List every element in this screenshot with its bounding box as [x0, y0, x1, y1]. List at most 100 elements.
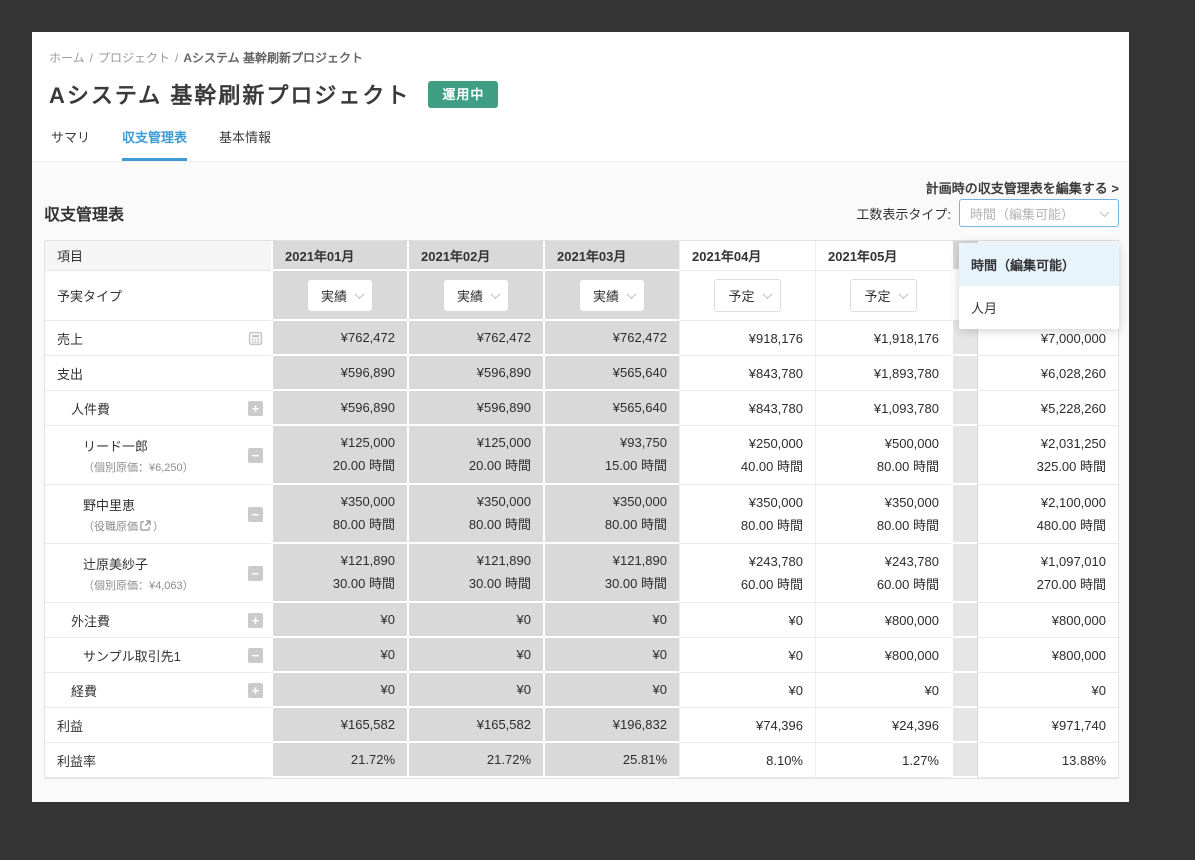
- table-row: 人件費 + − ¥596,890 ¥596,890 ¥565,64: [45, 391, 1118, 426]
- table-row: 外注費 + − ¥0 ¥0 ¥0 ¥0 ¥800,: [45, 603, 1118, 638]
- dropdown-option-time[interactable]: 時間（編集可能）: [959, 243, 1119, 286]
- header-month-feb: 2021年02月: [407, 241, 543, 271]
- value-cell-mar: ¥565,640: [543, 356, 679, 391]
- breadcrumb-projects[interactable]: プロジェクト: [98, 51, 170, 65]
- row-label: 野中里恵: [83, 495, 164, 514]
- type-select-feb[interactable]: 実績: [444, 280, 508, 311]
- value-cell-jan: ¥0: [271, 673, 407, 708]
- table-row: 辻原美紗子 （個別原価：¥4,063） + − ¥121,89030.00 時間: [45, 544, 1118, 603]
- value-cell-apr[interactable]: ¥843,780: [679, 356, 815, 391]
- collapse-row-button[interactable]: −: [248, 507, 263, 522]
- tab-basic-info[interactable]: 基本情報: [219, 127, 271, 161]
- row-label: 人件費: [71, 399, 110, 418]
- value-cell-may[interactable]: ¥1,093,780: [815, 391, 951, 426]
- value-cell-may[interactable]: ¥1,893,780: [815, 356, 951, 391]
- value-cell-may[interactable]: ¥500,00080.00 時間: [815, 426, 951, 485]
- table-row: 利益 + − ¥165,582 ¥165,582 ¥196,832: [45, 708, 1118, 743]
- value-cell-may[interactable]: ¥24,396: [815, 708, 951, 743]
- value-cell-apr[interactable]: ¥843,780: [679, 391, 815, 426]
- value-cell-feb: 21.72%: [407, 743, 543, 778]
- type-select-apr[interactable]: 予定: [714, 279, 780, 312]
- expand-row-button[interactable]: +: [248, 401, 263, 416]
- value-cell-jan: ¥165,582: [271, 708, 407, 743]
- value-cell-jan: ¥0: [271, 603, 407, 638]
- total-cell: ¥5,228,260: [977, 391, 1118, 426]
- type-select-mar[interactable]: 実績: [580, 280, 644, 311]
- partial-month-cell: [951, 603, 977, 638]
- breadcrumb: ホーム / プロジェクト / Aシステム 基幹刷新プロジェクト: [49, 49, 1112, 66]
- breadcrumb-separator: /: [90, 51, 93, 65]
- value-cell-apr[interactable]: ¥243,78060.00 時間: [679, 544, 815, 603]
- value-cell-apr[interactable]: ¥350,00080.00 時間: [679, 485, 815, 544]
- display-type-value: 時間（編集可能）: [970, 204, 1074, 223]
- value-cell-apr[interactable]: ¥250,00040.00 時間: [679, 426, 815, 485]
- type-row: 予実タイプ 実績 実績 実績 予定 予定: [45, 271, 1118, 321]
- calculator-icon[interactable]: [248, 331, 263, 346]
- value-cell-mar: ¥93,75015.00 時間: [543, 426, 679, 485]
- table-row: リード一郎 （個別原価：¥6,250） + − ¥125,00020.00 時間: [45, 426, 1118, 485]
- row-label: 利益: [57, 716, 83, 735]
- value-cell-apr[interactable]: 8.10%: [679, 743, 815, 778]
- tab-budget-table[interactable]: 収支管理表: [122, 127, 187, 161]
- collapse-row-button[interactable]: −: [248, 566, 263, 581]
- partial-month-cell: [951, 544, 977, 603]
- value-cell-jan: ¥596,890: [271, 356, 407, 391]
- value-cell-mar: ¥0: [543, 603, 679, 638]
- value-cell-apr[interactable]: ¥0: [679, 673, 815, 708]
- section-title: 収支管理表: [44, 201, 124, 225]
- value-cell-apr[interactable]: ¥0: [679, 603, 815, 638]
- partial-month-cell: [951, 638, 977, 673]
- external-link-icon[interactable]: [140, 520, 151, 531]
- total-cell: ¥800,000: [977, 603, 1118, 638]
- expand-row-button[interactable]: +: [248, 613, 263, 628]
- type-select-may[interactable]: 予定: [850, 279, 916, 312]
- row-label-cell: 人件費 + −: [45, 391, 271, 426]
- value-cell-may[interactable]: 1.27%: [815, 743, 951, 778]
- header-month-jan: 2021年01月: [271, 241, 407, 271]
- header-item: 項目: [45, 241, 271, 271]
- chevron-down-icon: [627, 289, 637, 299]
- row-label: 利益率: [57, 751, 96, 770]
- value-cell-jan: ¥596,890: [271, 391, 407, 426]
- value-cell-may[interactable]: ¥243,78060.00 時間: [815, 544, 951, 603]
- value-cell-may[interactable]: ¥0: [815, 673, 951, 708]
- total-cell: ¥2,031,250325.00 時間: [977, 426, 1118, 485]
- value-cell-may[interactable]: ¥800,000: [815, 603, 951, 638]
- row-label-cell: 売上 + −: [45, 321, 271, 356]
- display-type-select[interactable]: 時間（編集可能）: [959, 199, 1119, 227]
- breadcrumb-separator: /: [175, 51, 178, 65]
- value-cell-jan: 21.72%: [271, 743, 407, 778]
- header-month-may: 2021年05月: [815, 241, 951, 271]
- breadcrumb-current: Aシステム 基幹刷新プロジェクト: [183, 51, 363, 65]
- breadcrumb-home[interactable]: ホーム: [49, 51, 85, 65]
- edit-planned-table-link[interactable]: 計画時の収支管理表を編集する >: [926, 181, 1119, 196]
- tab-summary[interactable]: サマリ: [51, 127, 90, 161]
- value-cell-mar: ¥762,472: [543, 321, 679, 356]
- value-cell-apr[interactable]: ¥0: [679, 638, 815, 673]
- chevron-down-icon: [491, 289, 501, 299]
- table-row: 野中里恵 （役職原価 ） + − ¥350,00080.00 時間 ¥350,: [45, 485, 1118, 544]
- value-cell-feb: ¥762,472: [407, 321, 543, 356]
- value-cell-may[interactable]: ¥350,00080.00 時間: [815, 485, 951, 544]
- total-cell: ¥2,100,000480.00 時間: [977, 485, 1118, 544]
- table-row: 経費 + − ¥0 ¥0 ¥0 ¥0 ¥0: [45, 673, 1118, 708]
- partial-month-cell: [951, 485, 977, 544]
- collapse-row-button[interactable]: −: [248, 648, 263, 663]
- dropdown-option-manmonth[interactable]: 人月: [959, 286, 1119, 329]
- value-cell-feb: ¥125,00020.00 時間: [407, 426, 543, 485]
- row-label: 売上: [57, 329, 83, 348]
- chevron-down-icon: [1100, 207, 1110, 217]
- table-row: 売上 + − ¥762,472 ¥762,472 ¥762,472: [45, 321, 1118, 356]
- value-cell-apr[interactable]: ¥918,176: [679, 321, 815, 356]
- value-cell-mar: ¥121,89030.00 時間: [543, 544, 679, 603]
- collapse-row-button[interactable]: −: [248, 448, 263, 463]
- chevron-down-icon: [355, 289, 365, 299]
- value-cell-may[interactable]: ¥800,000: [815, 638, 951, 673]
- type-select-jan[interactable]: 実績: [308, 280, 372, 311]
- main-window: ホーム / プロジェクト / Aシステム 基幹刷新プロジェクト Aシステム 基幹刷新プロ…: [32, 32, 1129, 792]
- value-cell-feb: ¥596,890: [407, 356, 543, 391]
- value-cell-may[interactable]: ¥1,918,176: [815, 321, 951, 356]
- total-cell: ¥6,028,260: [977, 356, 1118, 391]
- expand-row-button[interactable]: +: [248, 683, 263, 698]
- value-cell-apr[interactable]: ¥74,396: [679, 708, 815, 743]
